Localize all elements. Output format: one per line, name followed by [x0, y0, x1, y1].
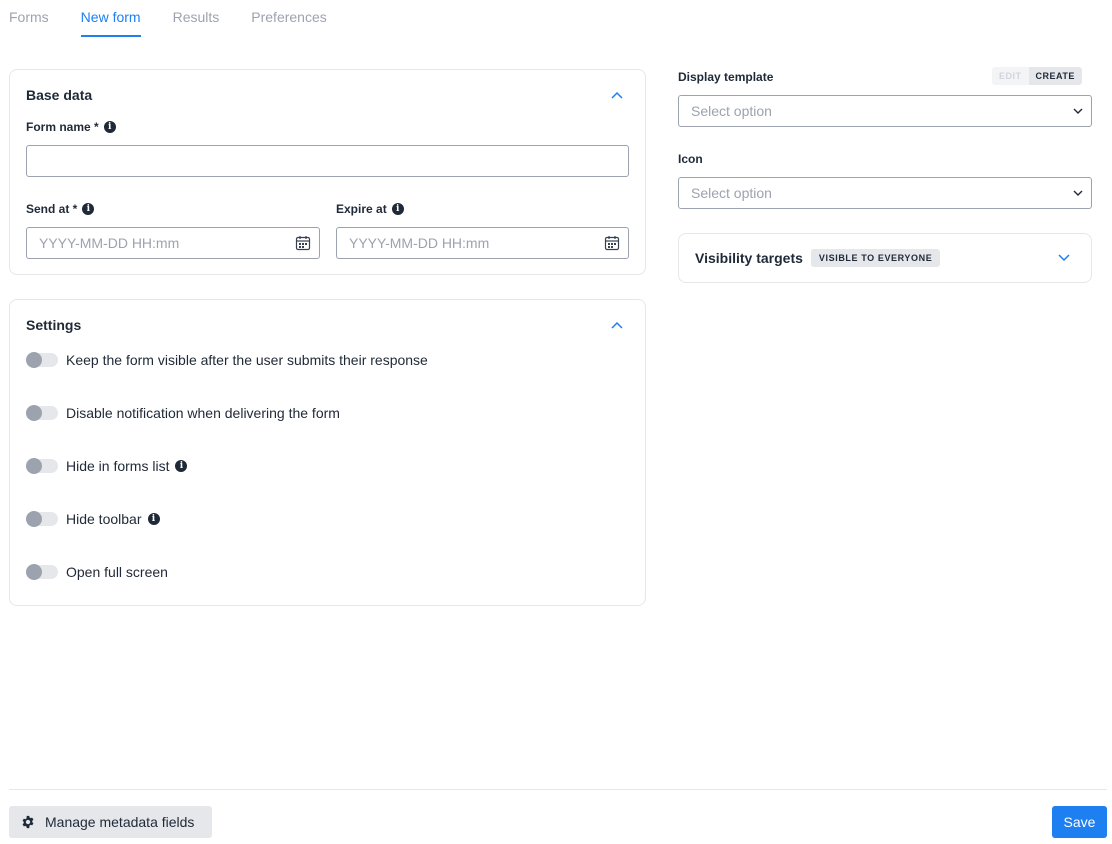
- calendar-icon[interactable]: [295, 235, 311, 251]
- expire-at-label: Expire at i: [336, 202, 404, 216]
- chevron-down-icon: [1058, 254, 1070, 262]
- hide-in-list-toggle[interactable]: [26, 458, 58, 474]
- visibility-header: Visibility targets VISIBLE TO EVERYONE: [695, 234, 941, 282]
- status-badge: VISIBLE TO EVERYONE: [810, 249, 941, 267]
- icon-select[interactable]: Select option: [678, 177, 1092, 209]
- calendar-icon[interactable]: [604, 235, 620, 251]
- manage-metadata-label: Manage metadata fields: [45, 814, 195, 830]
- collapse-settings-button[interactable]: [610, 318, 624, 332]
- form-name-label: Form name * i: [26, 120, 116, 134]
- expand-visibility-button[interactable]: [1057, 251, 1071, 265]
- form-name-input[interactable]: [26, 145, 629, 177]
- chevron-up-icon: [611, 91, 623, 99]
- chevron-down-icon: [1073, 190, 1083, 196]
- keep-visible-toggle[interactable]: [26, 352, 58, 368]
- display-template-select[interactable]: Select option: [678, 95, 1092, 127]
- save-button[interactable]: Save: [1052, 806, 1107, 838]
- settings-title: Settings: [26, 317, 82, 333]
- setting-label: Keep the form visible after the user sub…: [66, 352, 428, 368]
- tab-bar: Forms New form Results Preferences: [9, 0, 327, 37]
- tab-preferences[interactable]: Preferences: [251, 0, 326, 37]
- visibility-title: Visibility targets: [695, 250, 803, 266]
- settings-card: Settings Keep the form visible after the…: [9, 299, 646, 606]
- gear-icon: [22, 815, 34, 829]
- base-data-card: Base data Form name * i Send at * i YYYY…: [9, 69, 646, 275]
- send-at-label: Send at * i: [26, 202, 95, 216]
- form-name-label-text: Form name *: [26, 120, 99, 134]
- chevron-down-icon: [1073, 108, 1083, 114]
- create-mode-button[interactable]: CREATE: [1028, 67, 1082, 85]
- display-template-placeholder: Select option: [691, 103, 772, 119]
- info-icon[interactable]: i: [175, 460, 188, 472]
- display-template-label: Display template: [678, 70, 774, 84]
- send-at-placeholder: YYYY-MM-DD HH:mm: [39, 235, 180, 251]
- expire-at-input[interactable]: YYYY-MM-DD HH:mm: [336, 227, 629, 259]
- setting-hide-toolbar: Hide toolbar i: [26, 511, 160, 527]
- chevron-up-icon: [611, 321, 623, 329]
- visibility-targets-card[interactable]: Visibility targets VISIBLE TO EVERYONE: [678, 233, 1092, 283]
- send-at-input[interactable]: YYYY-MM-DD HH:mm: [26, 227, 320, 259]
- tab-forms[interactable]: Forms: [9, 0, 49, 37]
- full-screen-toggle[interactable]: [26, 564, 58, 580]
- setting-disable-notification: Disable notification when delivering the…: [26, 405, 340, 421]
- setting-full-screen: Open full screen: [26, 564, 168, 580]
- hide-toolbar-toggle[interactable]: [26, 511, 58, 527]
- setting-label: Hide toolbar: [66, 511, 142, 527]
- disable-notification-toggle[interactable]: [26, 405, 58, 421]
- expire-at-label-text: Expire at: [336, 202, 387, 216]
- expire-at-placeholder: YYYY-MM-DD HH:mm: [349, 235, 490, 251]
- edit-mode-button[interactable]: EDIT: [992, 67, 1029, 85]
- icon-placeholder: Select option: [691, 185, 772, 201]
- template-mode-switch: EDIT CREATE: [992, 67, 1082, 85]
- tab-results[interactable]: Results: [173, 0, 220, 37]
- info-icon[interactable]: i: [147, 513, 160, 525]
- setting-label: Hide in forms list: [66, 458, 170, 474]
- tab-new-form[interactable]: New form: [80, 0, 141, 37]
- setting-label: Open full screen: [66, 564, 168, 580]
- setting-keep-visible: Keep the form visible after the user sub…: [26, 352, 428, 368]
- info-icon[interactable]: i: [103, 121, 116, 133]
- footer-divider: [9, 789, 1107, 790]
- info-icon[interactable]: i: [82, 203, 95, 215]
- base-data-title: Base data: [26, 87, 93, 103]
- icon-label: Icon: [678, 152, 703, 166]
- send-at-label-text: Send at *: [26, 202, 78, 216]
- info-icon[interactable]: i: [391, 203, 404, 215]
- setting-label: Disable notification when delivering the…: [66, 405, 340, 421]
- manage-metadata-button[interactable]: Manage metadata fields: [9, 806, 212, 838]
- collapse-base-data-button[interactable]: [610, 88, 624, 102]
- setting-hide-in-list: Hide in forms list i: [26, 458, 188, 474]
